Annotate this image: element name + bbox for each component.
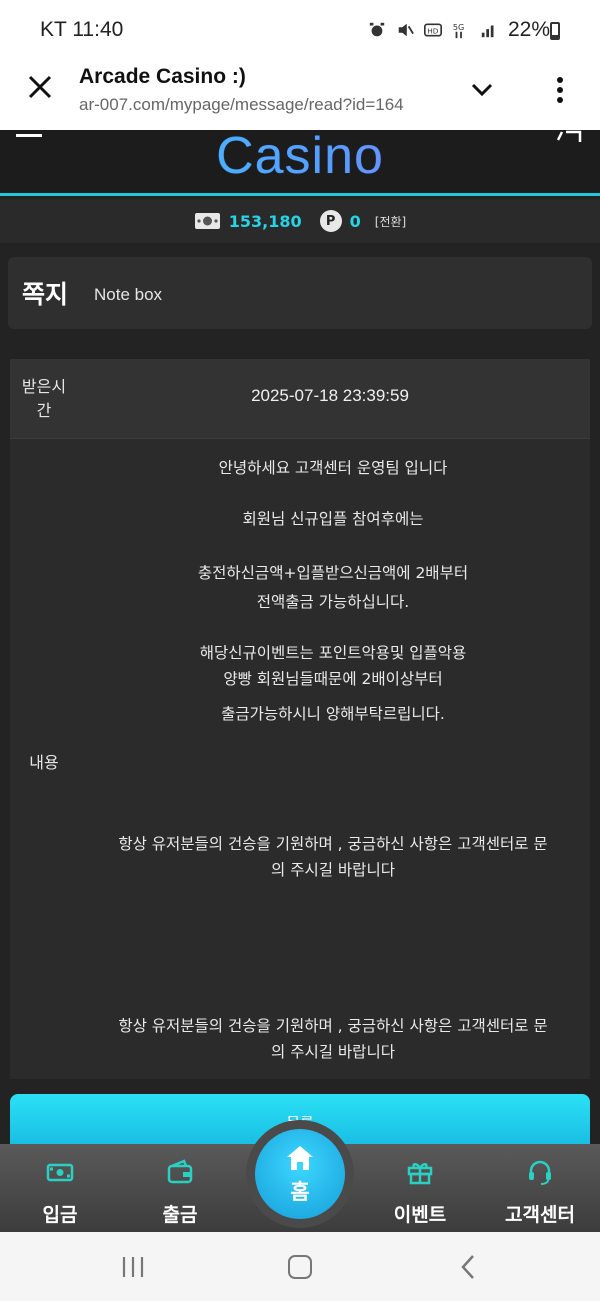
home-icon (287, 1146, 313, 1170)
status-time: KT 11:40 (40, 18, 124, 41)
page-subtitle: Note box (94, 285, 163, 304)
status-bar: KT 11:40 HD 5G 22% (0, 0, 600, 62)
message-line: 항상 유저분들의 건승을 기원하며 , 궁금하신 사항은 고객센터로 문 (118, 1017, 548, 1035)
android-home-icon[interactable] (288, 1255, 312, 1279)
hd-icon: HD (423, 23, 442, 37)
5g-icon: 5G (453, 22, 464, 39)
points-icon: P (319, 210, 342, 232)
message-line: 의 주시길 바랍니다 (271, 1043, 395, 1061)
nav-deposit[interactable]: 입금 (0, 1144, 120, 1232)
browser-toolbar: Arcade Casino :) ar-007.com/mypage/messa… (0, 62, 600, 130)
page-title: 쪽지 (22, 280, 69, 309)
recent-apps-icon[interactable] (120, 1256, 146, 1278)
headset-icon (529, 1160, 551, 1185)
battery-percent: 22% (507, 18, 550, 41)
site-header: Casino (0, 127, 600, 196)
mute-icon (398, 23, 414, 37)
message-line: 안녕하세요 고객센터 운영팀 입니다 (218, 459, 448, 477)
message-table: 받은시 간 2025-07-18 23:39:59 내용 안녕하세요 고객센터 운… (10, 359, 590, 1079)
message-line: 의 주시길 바랍니다 (271, 861, 395, 879)
points-balance: 0 (349, 211, 361, 231)
nav-event-label: 이벤트 (393, 1204, 447, 1226)
status-icons: HD 5G 22% (368, 18, 550, 42)
money-balance: 153,180 (228, 211, 302, 231)
browser-title: Arcade Casino :) (79, 65, 246, 88)
message-line: 출금가능하시니 양해부탁르립니다. (221, 705, 445, 723)
logout-icon[interactable] (556, 130, 582, 142)
received-time-label: 받은시 간 (21, 377, 67, 420)
svg-text:HD: HD (427, 26, 439, 35)
received-time-value: 2025-07-18 23:39:59 (251, 386, 409, 405)
nav-withdraw[interactable]: 출금 (120, 1144, 240, 1232)
money-icon (194, 213, 220, 229)
nav-support-label: 고객센터 (505, 1204, 575, 1226)
received-time-row: 받은시 간 2025-07-18 23:39:59 (10, 359, 590, 439)
close-icon[interactable] (27, 74, 53, 100)
convert-link[interactable]: [전환] (375, 213, 406, 230)
site-logo[interactable]: Casino (0, 126, 600, 186)
note-header: 쪽지 Note box (8, 257, 592, 329)
nav-deposit-label: 입금 (42, 1204, 78, 1226)
android-nav-bar (0, 1232, 600, 1301)
battery-icon (550, 22, 560, 40)
message-line: 해당신규이벤트는 포인트악용및 입플악용 (199, 644, 467, 662)
signal-icon (481, 25, 494, 38)
message-line: 충전하신금액+입플받으신금액에 2배부터 (197, 564, 469, 582)
wallet-icon (167, 1159, 193, 1184)
chevron-down-icon[interactable] (470, 80, 494, 100)
browser-url[interactable]: ar-007.com/mypage/message/read?id=164 (79, 95, 439, 115)
message-line: 회원님 신규입플 참여후에는 (242, 510, 424, 528)
balance-bar: 153,180 P 0 [전환] (0, 199, 600, 243)
back-icon[interactable] (460, 1254, 476, 1280)
nav-support[interactable]: 고객센터 (480, 1144, 600, 1232)
message-line: 양빵 회원님들때문에 2배이상부터 (223, 670, 443, 688)
content-label: 내용 (29, 753, 59, 772)
alarm-icon (369, 22, 385, 37)
nav-home[interactable]: 홈 (255, 1129, 345, 1219)
nav-home-label: 홈 (290, 1180, 310, 1204)
nav-event[interactable]: 이벤트 (360, 1144, 480, 1232)
svg-text:5G: 5G (453, 22, 464, 32)
deposit-icon (46, 1163, 74, 1182)
message-line: 항상 유저분들의 건승을 기원하며 , 궁금하신 사항은 고객센터로 문 (118, 835, 548, 853)
more-options-icon[interactable] (556, 76, 564, 104)
gift-icon (407, 1163, 433, 1185)
nav-withdraw-label: 출금 (162, 1204, 198, 1226)
message-line: 전액출금 가능하십니다. (256, 593, 410, 611)
